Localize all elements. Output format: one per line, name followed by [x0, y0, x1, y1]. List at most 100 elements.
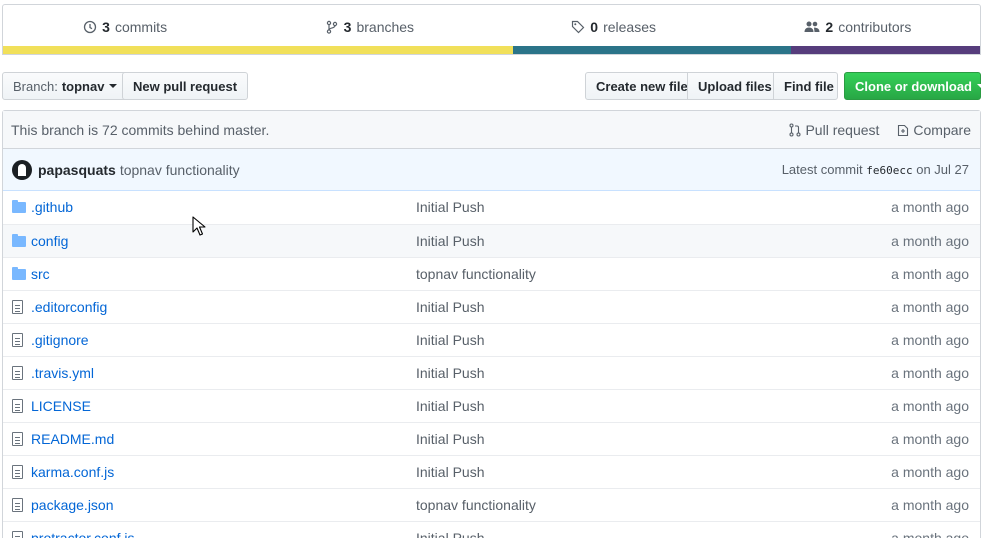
file-name-cell: protractor.conf.js: [31, 521, 416, 538]
file-name-link[interactable]: .gitignore: [31, 332, 89, 348]
new-pull-request-button[interactable]: New pull request: [122, 72, 249, 100]
commit-message-link[interactable]: topnav functionality: [120, 162, 240, 178]
file-row[interactable]: .travis.yml Initial Push a month ago: [3, 356, 980, 389]
commit-age: a month ago: [891, 397, 969, 414]
avatar[interactable]: [12, 159, 32, 180]
commit-message-link[interactable]: Initial Push: [416, 224, 740, 257]
commit-message-link[interactable]: Initial Push: [416, 521, 740, 538]
commit-message-link[interactable]: Initial Push: [416, 356, 740, 389]
file-name-cell: .github: [31, 191, 416, 224]
file-icon-cell: [3, 356, 31, 389]
commit-message-link[interactable]: Initial Push: [416, 290, 740, 323]
branch-name: topnav: [61, 78, 105, 94]
file-icon-cell: [3, 521, 31, 538]
file-name-link[interactable]: package.json: [31, 497, 114, 513]
commits-label: commits: [114, 18, 168, 35]
file-name-cell: README.md: [31, 422, 416, 455]
clone-or-download-button[interactable]: Clone or download: [844, 72, 984, 100]
file-row[interactable]: LICENSE Initial Push a month ago: [3, 389, 980, 422]
file-row[interactable]: .github Initial Push a month ago: [3, 191, 980, 224]
commit-age: a month ago: [891, 331, 969, 348]
file-navigator: This branch is 72 commits behind master.…: [2, 110, 981, 538]
file-row[interactable]: .editorconfig Initial Push a month ago: [3, 290, 980, 323]
file-row[interactable]: README.md Initial Push a month ago: [3, 422, 980, 455]
file-row[interactable]: protractor.conf.js Initial Push a month ag…: [3, 521, 980, 538]
contributors-link[interactable]: 2 contributors: [736, 19, 980, 35]
file-icon-cell: [3, 257, 31, 290]
file-name-link[interactable]: karma.conf.js: [31, 464, 114, 480]
git-pull-request-icon: [789, 122, 802, 137]
commit-message-link[interactable]: Initial Push: [416, 323, 740, 356]
commit-message-link[interactable]: topnav functionality: [416, 257, 740, 290]
file-text-icon: [12, 365, 23, 380]
commits-link[interactable]: 3 commits: [3, 19, 247, 35]
language-bar-segment[interactable]: [3, 46, 513, 54]
create-new-file-button[interactable]: Create new file: [585, 72, 688, 100]
latest-commit-meta: Latest commit fe60ecc on Jul 27: [782, 162, 969, 177]
branch-prefix: Branch:: [13, 78, 58, 94]
file-text-icon: [12, 464, 23, 479]
language-bar-segment[interactable]: [512, 46, 792, 54]
branch-infobar: This branch is 72 commits behind master.…: [3, 111, 980, 149]
file-name-cell: package.json: [31, 488, 416, 521]
file-name-cell: src: [31, 257, 416, 290]
language-bar-segment[interactable]: [791, 46, 980, 54]
commit-message-link[interactable]: topnav functionality: [416, 488, 740, 521]
file-name-link[interactable]: src: [31, 266, 50, 282]
contributors-label: contributors: [838, 18, 912, 35]
branch-select-button[interactable]: Branch: topnav: [2, 72, 129, 100]
file-icon-cell: [3, 455, 31, 488]
commit-message-link[interactable]: Initial Push: [416, 191, 740, 224]
releases-link[interactable]: 0 releases: [492, 19, 736, 35]
commit-age: a month ago: [891, 529, 969, 538]
commit-author-link[interactable]: papasquats: [38, 162, 116, 178]
commits-count: 3: [102, 18, 110, 35]
pull-request-label: Pull request: [805, 121, 880, 138]
branches-link[interactable]: 3 branches: [247, 19, 491, 35]
upload-files-button[interactable]: Upload files: [687, 72, 774, 100]
file-name-link[interactable]: .travis.yml: [31, 365, 94, 381]
branches-label: branches: [356, 18, 415, 35]
file-text-icon: [12, 332, 23, 347]
releases-count: 0: [590, 18, 599, 35]
file-name-link[interactable]: protractor.conf.js: [31, 530, 135, 538]
file-name-cell: config: [31, 224, 416, 257]
folder-icon: [12, 233, 26, 247]
file-row[interactable]: karma.conf.js Initial Push a month ago: [3, 455, 980, 488]
commit-message-link[interactable]: Initial Push: [416, 455, 740, 488]
file-icon-cell: [3, 422, 31, 455]
file-name-link[interactable]: .editorconfig: [31, 299, 107, 315]
file-name-cell: .gitignore: [31, 323, 416, 356]
repo-summary: 3 commits 3 branches 0 releases 2 contri…: [2, 4, 981, 55]
find-file-button[interactable]: Find file: [773, 72, 838, 100]
diff-icon: [898, 124, 909, 136]
commit-message-link[interactable]: Initial Push: [416, 389, 740, 422]
tag-icon: [572, 20, 585, 33]
caret-down-icon: [977, 84, 984, 88]
compare-link[interactable]: Compare: [897, 122, 971, 138]
file-text-icon: [12, 431, 23, 446]
commit-sha-link[interactable]: fe60ecc: [866, 164, 912, 177]
branch-status-text: This branch is 72 commits behind master.: [11, 121, 270, 138]
file-name-link[interactable]: .github: [31, 199, 73, 215]
file-row[interactable]: src topnav functionality a month ago: [3, 257, 980, 290]
file-name-link[interactable]: LICENSE: [31, 398, 91, 414]
caret-down-icon: [109, 84, 118, 88]
file-name-cell: karma.conf.js: [31, 455, 416, 488]
commit-age: a month ago: [891, 496, 969, 513]
branches-count: 3: [343, 18, 352, 35]
commit-age: a month ago: [891, 298, 969, 315]
language-bar[interactable]: [3, 46, 980, 54]
file-row[interactable]: package.json topnav functionality a month …: [3, 488, 980, 521]
file-row[interactable]: .gitignore Initial Push a month ago: [3, 323, 980, 356]
file-name-link[interactable]: README.md: [31, 431, 114, 447]
commit-message-link[interactable]: Initial Push: [416, 422, 740, 455]
file-name-link[interactable]: config: [31, 233, 68, 249]
commit-age: a month ago: [891, 265, 969, 282]
pull-request-link[interactable]: Pull request: [789, 122, 879, 138]
commit-age: a month ago: [891, 364, 969, 381]
folder-icon: [12, 266, 26, 280]
file-row[interactable]: config Initial Push a month ago: [3, 224, 980, 257]
commit-age: a month ago: [891, 232, 969, 249]
file-text-icon: [12, 497, 23, 512]
